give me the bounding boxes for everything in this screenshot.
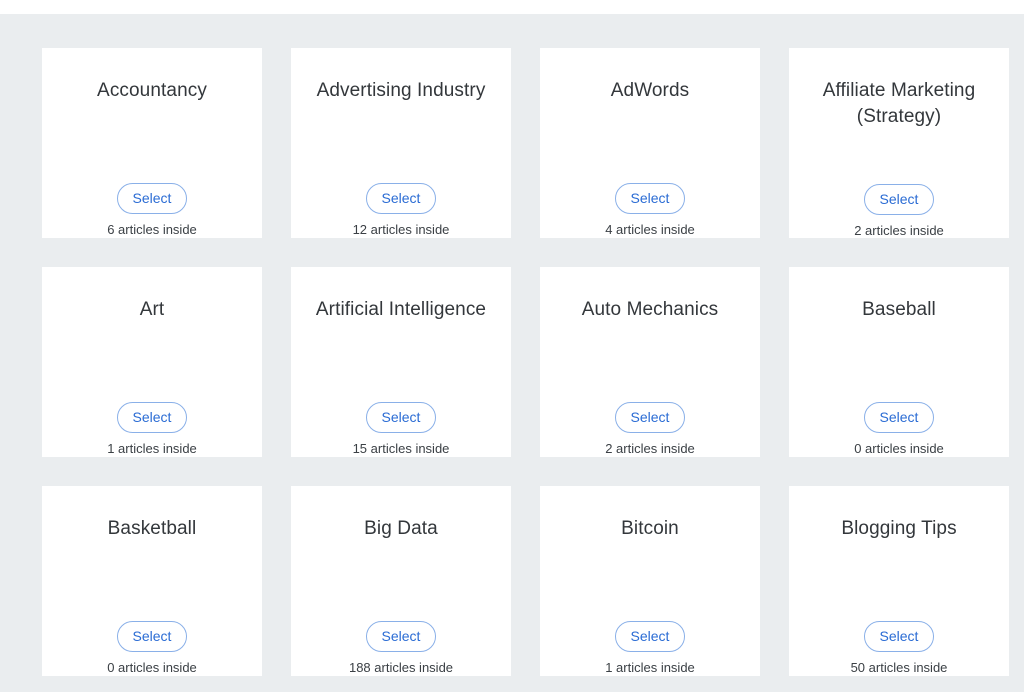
article-count-label: 0 articles inside [854, 440, 944, 457]
category-card: Baseball Select 0 articles inside [789, 267, 1009, 457]
card-action-area: Select 0 articles inside [107, 621, 197, 676]
category-title: Advertising Industry [303, 78, 499, 129]
category-card: Affiliate Marketing (Strategy) Select 2 ar… [789, 48, 1009, 238]
article-count-label: 6 articles inside [107, 221, 197, 238]
category-title: Artificial Intelligence [303, 297, 499, 348]
card-action-area: Select 2 articles inside [854, 184, 944, 239]
select-button[interactable]: Select [117, 621, 188, 652]
select-button[interactable]: Select [864, 402, 935, 433]
category-card: Big Data Select 188 articles inside [291, 486, 511, 676]
select-button[interactable]: Select [366, 183, 437, 214]
category-card: Advertising Industry Select 12 articles in… [291, 48, 511, 238]
article-count-label: 2 articles inside [854, 222, 944, 239]
select-button[interactable]: Select [117, 402, 188, 433]
card-action-area: Select 6 articles inside [107, 183, 197, 238]
select-button[interactable]: Select [615, 621, 686, 652]
category-title: Art [54, 297, 250, 348]
card-action-area: Select 15 articles inside [353, 402, 450, 457]
category-card: Artificial Intelligence Select 15 articles… [291, 267, 511, 457]
article-count-label: 50 articles inside [851, 659, 948, 676]
category-grid: Accountancy Select 6 articles inside Advert… [42, 48, 1008, 676]
card-action-area: Select 0 articles inside [854, 402, 944, 457]
card-action-area: Select 4 articles inside [605, 183, 695, 238]
category-title: Bitcoin [552, 516, 748, 567]
category-title: Auto Mechanics [552, 297, 748, 348]
select-button[interactable]: Select [864, 621, 935, 652]
select-button[interactable]: Select [615, 402, 686, 433]
article-count-label: 15 articles inside [353, 440, 450, 457]
category-card: AdWords Select 4 articles inside [540, 48, 760, 238]
select-button[interactable]: Select [615, 183, 686, 214]
category-card: Accountancy Select 6 articles inside [42, 48, 262, 238]
article-count-label: 1 articles inside [107, 440, 197, 457]
card-action-area: Select 1 articles inside [605, 621, 695, 676]
select-button[interactable]: Select [864, 184, 935, 215]
article-count-label: 1 articles inside [605, 659, 695, 676]
top-white-band [0, 0, 1024, 14]
category-card: Art Select 1 articles inside [42, 267, 262, 457]
category-title: Accountancy [54, 78, 250, 129]
select-button[interactable]: Select [366, 621, 437, 652]
category-card: Bitcoin Select 1 articles inside [540, 486, 760, 676]
card-action-area: Select 1 articles inside [107, 402, 197, 457]
category-title: Blogging Tips [801, 516, 997, 567]
category-title: Baseball [801, 297, 997, 348]
category-title: Affiliate Marketing (Strategy) [801, 78, 997, 130]
article-count-label: 0 articles inside [107, 659, 197, 676]
category-title: Big Data [303, 516, 499, 567]
select-button[interactable]: Select [117, 183, 188, 214]
card-action-area: Select 188 articles inside [349, 621, 453, 676]
category-card: Basketball Select 0 articles inside [42, 486, 262, 676]
article-count-label: 188 articles inside [349, 659, 453, 676]
select-button[interactable]: Select [366, 402, 437, 433]
article-count-label: 12 articles inside [353, 221, 450, 238]
category-title: AdWords [552, 78, 748, 129]
article-count-label: 2 articles inside [605, 440, 695, 457]
page-surface: Accountancy Select 6 articles inside Advert… [0, 14, 1024, 692]
category-title: Basketball [54, 516, 250, 567]
category-card: Blogging Tips Select 50 articles inside [789, 486, 1009, 676]
card-action-area: Select 50 articles inside [851, 621, 948, 676]
card-action-area: Select 2 articles inside [605, 402, 695, 457]
card-action-area: Select 12 articles inside [353, 183, 450, 238]
article-count-label: 4 articles inside [605, 221, 695, 238]
category-card: Auto Mechanics Select 2 articles inside [540, 267, 760, 457]
